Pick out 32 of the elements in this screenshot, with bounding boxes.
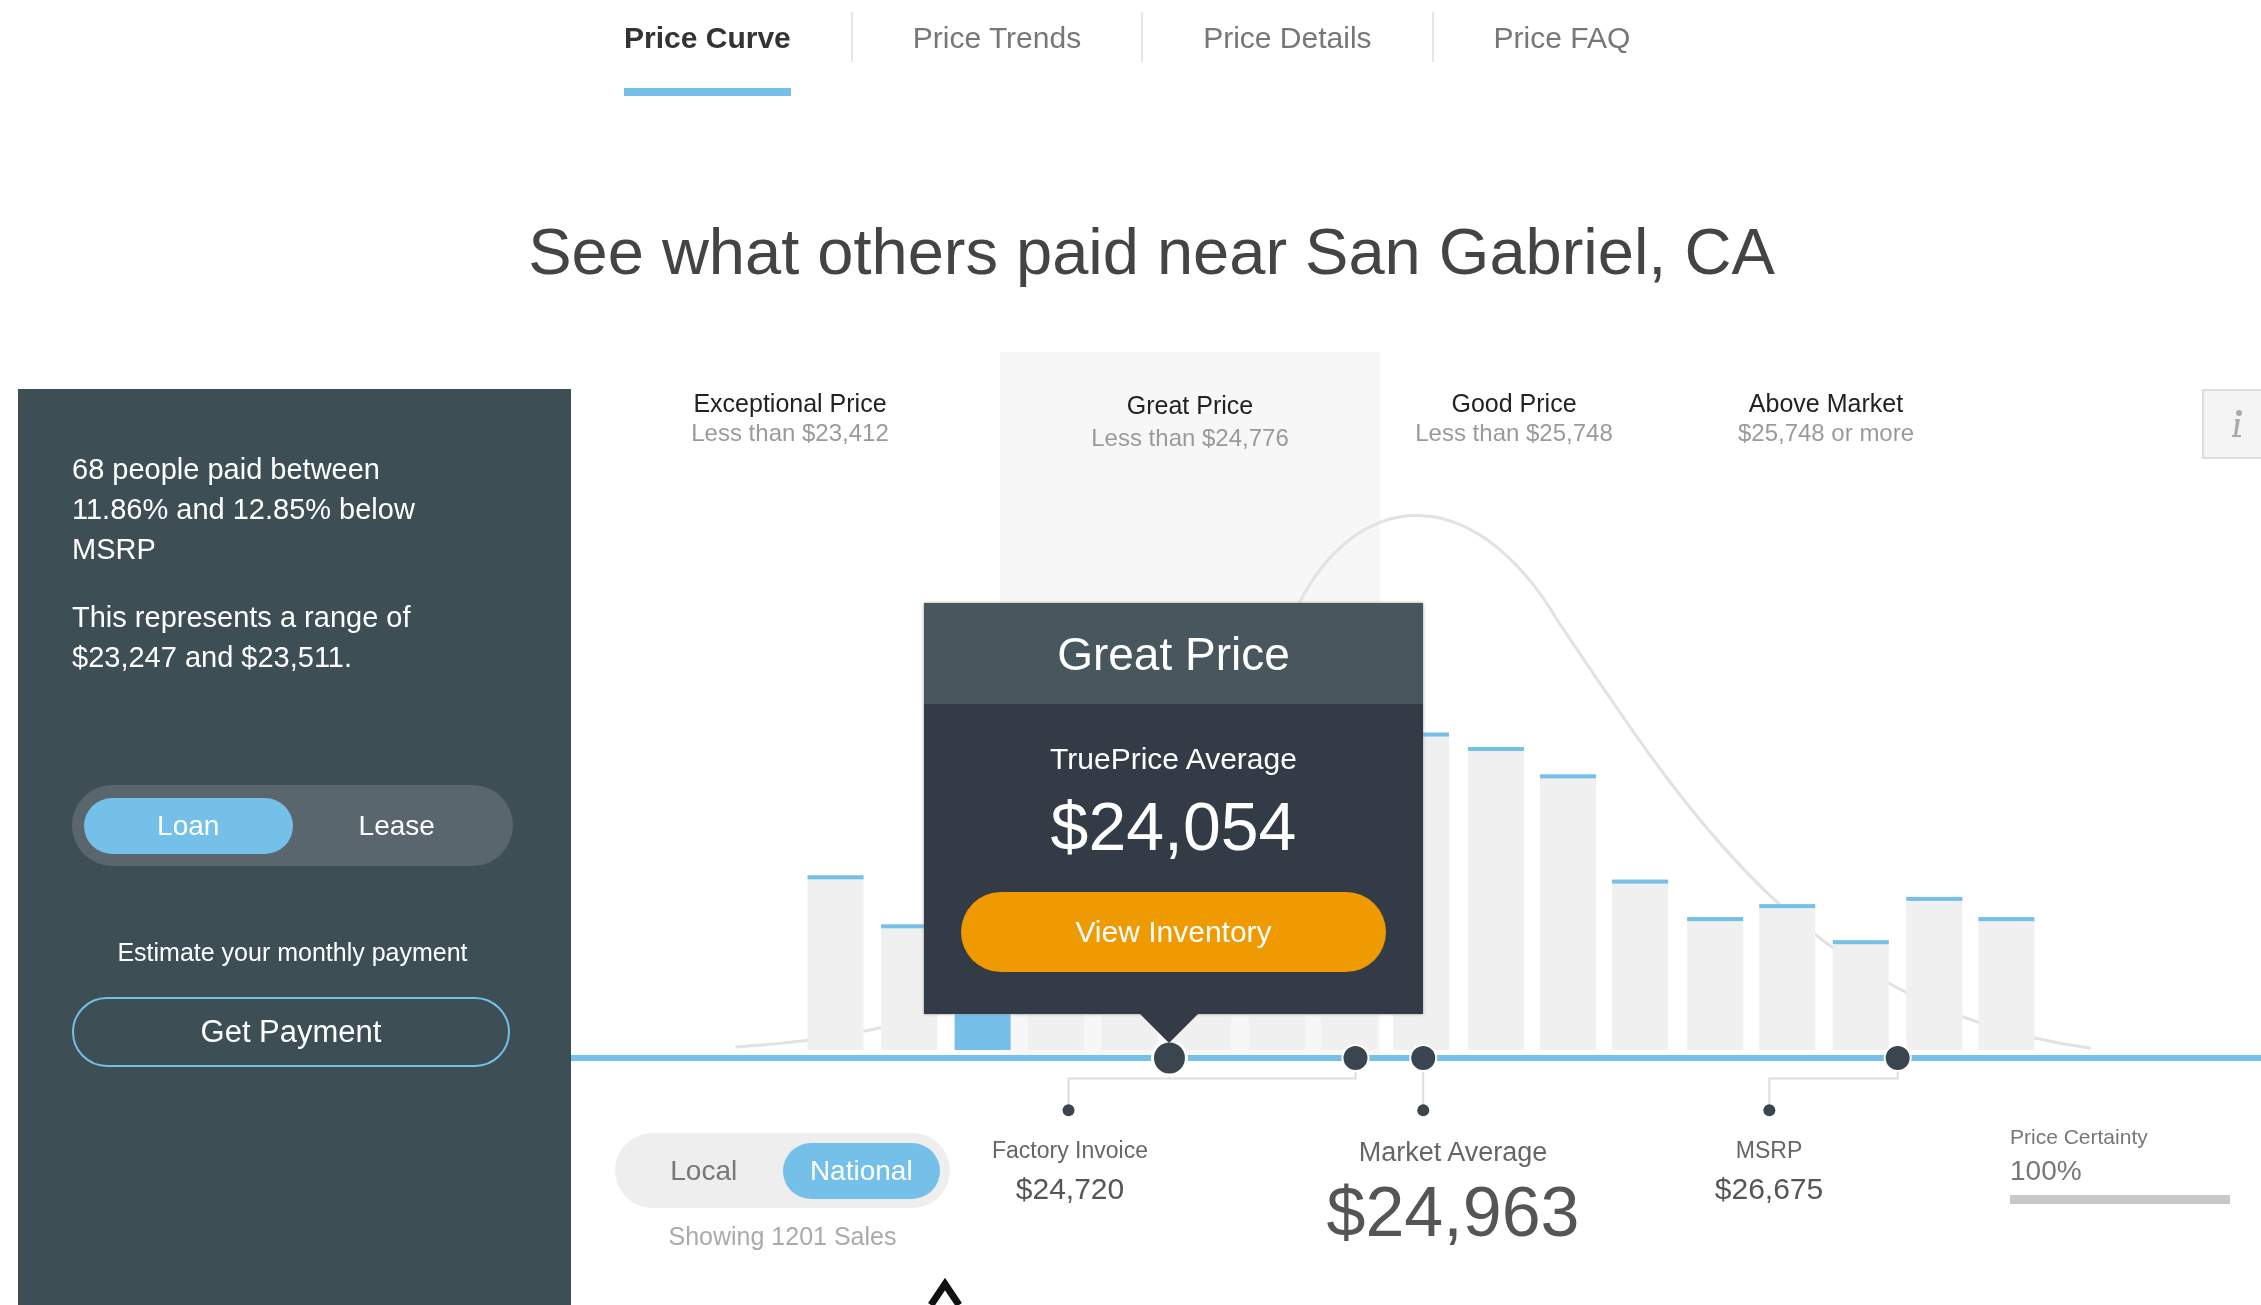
summary-text: 68 people paid between 11.86% and 12.85% below MSRP [72,452,416,567]
tooltip-price: $24,054 [1050,788,1297,864]
tab[interactable]: Price Curve [564,0,851,100]
tooltip-subtitle: TruePrice Average [1050,742,1297,776]
tab[interactable]: Price FAQ [1433,0,1691,100]
price-band-range: $25,748 or more [1737,418,1915,448]
scope-option[interactable]: Local [625,1142,783,1199]
payment-type-option[interactable]: Lease [292,797,501,854]
stat-label: MSRP [1734,1137,1804,1164]
price-band-title: Exceptional Price [692,388,888,418]
price-band-title: Great Price [1125,390,1255,420]
price-band-range: Less than $23,412 [691,418,889,448]
summary-text: This represents a range of $23,247 and $23,511. [72,600,412,675]
tooltip-title: Great Price [924,603,1423,704]
price-band-range: Less than $25,748 [1415,418,1613,448]
view-inventory-button[interactable]: View Inventory [961,892,1386,972]
tab[interactable]: Price Details [1143,0,1432,100]
price-certainty-value: 100% [2010,1155,2083,1187]
page-headline: See what others paid near San Gabriel, CA [527,214,1776,290]
estimate-label: Estimate your monthly payment [116,938,469,967]
price-band-title: Good Price [1450,388,1578,418]
price-band-range: Less than $24,776 [1091,423,1289,453]
stat-label: Market Average [1357,1137,1549,1168]
get-payment-button[interactable]: Get Payment [72,997,510,1067]
tab[interactable]: Price Trends [852,0,1142,100]
stat-label: Factory Invoice [992,1137,1148,1164]
stat-value: $24,720 [1014,1172,1126,1206]
stat-value: $24,963 [1326,1172,1580,1252]
stat-value: $26,675 [1714,1172,1824,1206]
price-band-title: Above Market [1747,388,1905,418]
price-certainty-label: Price Certainty [2010,1125,2149,1149]
sales-count: Showing 1201 Sales [667,1222,898,1251]
